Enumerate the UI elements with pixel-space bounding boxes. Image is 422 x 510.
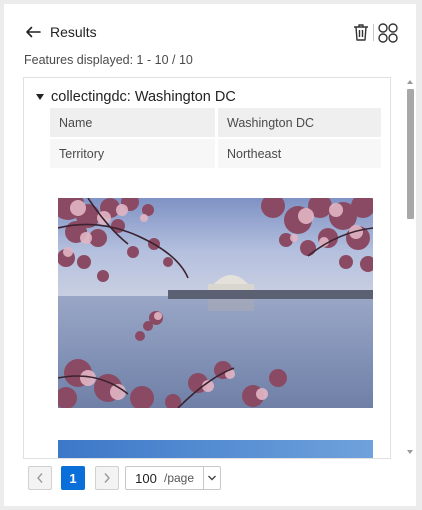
sky-image bbox=[58, 440, 373, 458]
delete-button[interactable] bbox=[351, 22, 371, 42]
results-list: collectingdc: Washington DC Name Washing… bbox=[23, 77, 391, 459]
caret-down-icon bbox=[36, 94, 44, 100]
attribute-key: Territory bbox=[50, 137, 218, 168]
page-size-select[interactable]: 100 /page bbox=[125, 466, 221, 490]
table-row: Name Washington DC bbox=[50, 108, 381, 138]
next-page-button[interactable] bbox=[95, 466, 119, 490]
page-size-dropdown[interactable] bbox=[203, 467, 220, 489]
attribute-value: Washington DC bbox=[216, 108, 381, 138]
page-size-label: /page bbox=[164, 471, 195, 485]
chevron-right-icon bbox=[104, 473, 110, 483]
features-count: Features displayed: 1 - 10 / 10 bbox=[24, 53, 193, 67]
attribute-value: Northeast bbox=[216, 137, 381, 168]
page-1-button[interactable]: 1 bbox=[61, 466, 85, 490]
attribute-key: Name bbox=[50, 108, 218, 138]
page-size-value[interactable]: 100 bbox=[126, 471, 164, 486]
back-arrow-icon bbox=[26, 26, 41, 38]
feature-title: collectingdc: Washington DC bbox=[51, 89, 236, 105]
cherry-blossom-memorial-image bbox=[58, 198, 373, 408]
header-divider bbox=[373, 24, 374, 41]
feature-toggle[interactable]: collectingdc: Washington DC bbox=[36, 88, 236, 106]
pagination: 1 100 /page bbox=[4, 466, 416, 494]
scroll-thumb[interactable] bbox=[407, 89, 414, 219]
chevron-left-icon bbox=[37, 473, 43, 483]
layout-toggle-button[interactable] bbox=[377, 22, 399, 44]
back-button[interactable] bbox=[22, 24, 44, 40]
results-panel: Results Features displayed: 1 - 10 / 10 … bbox=[4, 4, 416, 506]
panel-header: Results bbox=[4, 4, 416, 48]
scroll-down-icon[interactable] bbox=[407, 450, 413, 454]
previous-page-button[interactable] bbox=[28, 466, 52, 490]
trash-icon bbox=[354, 24, 368, 41]
feature-photo bbox=[58, 198, 373, 408]
attribute-table: Name Washington DC Territory Northeast bbox=[50, 108, 381, 168]
grid-icon bbox=[378, 23, 398, 43]
page-title: Results bbox=[50, 24, 97, 40]
chevron-down-icon bbox=[208, 475, 216, 481]
feature-photo-2 bbox=[58, 440, 373, 458]
table-row: Territory Northeast bbox=[50, 137, 381, 168]
scroll-up-icon[interactable] bbox=[407, 80, 413, 84]
results-scrollbar[interactable] bbox=[405, 80, 415, 462]
